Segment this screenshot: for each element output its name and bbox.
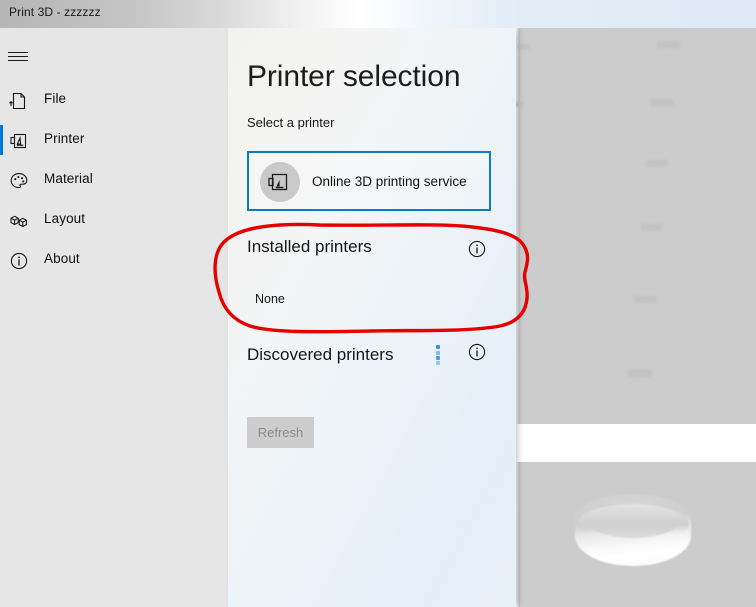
hamburger-icon[interactable] <box>0 38 48 74</box>
blurred-ui-ghost <box>651 99 673 106</box>
blurred-ui-ghost <box>628 369 651 377</box>
cubes-icon <box>8 210 30 232</box>
3d-model[interactable] <box>573 494 693 572</box>
window-title: Print 3D - zzzzzz <box>9 5 101 19</box>
sidebar-item-label: Printer <box>44 131 85 146</box>
sidebar-item-material[interactable]: Material <box>0 160 228 200</box>
blurred-ui-ghost <box>518 44 530 49</box>
info-icon[interactable] <box>468 240 486 258</box>
installed-printers-value: None <box>255 292 285 306</box>
blurred-ui-ghost <box>516 102 523 107</box>
build-plate-upper <box>519 28 756 424</box>
file-upload-icon <box>8 90 30 112</box>
window-title-bar: Print 3D - zzzzzz <box>0 0 756 28</box>
sidebar-item-label: Layout <box>44 211 86 226</box>
refresh-button[interactable]: Refresh <box>247 417 314 448</box>
sidebar-item-label: Material <box>44 171 93 186</box>
info-circle-icon <box>8 250 30 272</box>
blurred-ui-ghost <box>646 160 667 167</box>
build-plate-upper-edge <box>516 28 520 424</box>
navigation-sidebar: File Printer Material Layout About <box>0 28 228 607</box>
online-3d-printing-service-card[interactable]: Online 3D printing service <box>247 151 491 211</box>
info-icon[interactable] <box>468 343 486 361</box>
page-subtitle: Select a printer <box>247 115 335 130</box>
3d-viewport[interactable] <box>516 28 756 607</box>
sidebar-item-printer[interactable]: Printer <box>0 120 228 160</box>
model-rim <box>577 504 689 546</box>
sidebar-item-label: About <box>44 251 80 266</box>
printer-icon <box>8 130 30 152</box>
blurred-ui-ghost <box>634 296 657 303</box>
blurred-ui-ghost <box>657 41 680 48</box>
page-title: Printer selection <box>247 60 461 93</box>
palette-icon <box>8 170 30 192</box>
sidebar-item-about[interactable]: About <box>0 240 228 280</box>
build-plate-lower-edge <box>516 462 520 607</box>
printer-selection-panel: Printer selection Select a printer Onlin… <box>228 28 516 607</box>
sidebar-item-label: File <box>44 91 67 106</box>
printer-avatar-icon <box>260 162 300 202</box>
service-card-label: Online 3D printing service <box>312 174 467 189</box>
discovered-printers-heading: Discovered printers <box>247 345 394 364</box>
loading-dots-icon <box>432 344 446 365</box>
installed-printers-heading: Installed printers <box>247 237 372 256</box>
blurred-ui-ghost <box>641 224 662 231</box>
sidebar-item-layout[interactable]: Layout <box>0 200 228 240</box>
sidebar-item-file[interactable]: File <box>0 80 228 120</box>
selection-indicator <box>0 125 3 155</box>
